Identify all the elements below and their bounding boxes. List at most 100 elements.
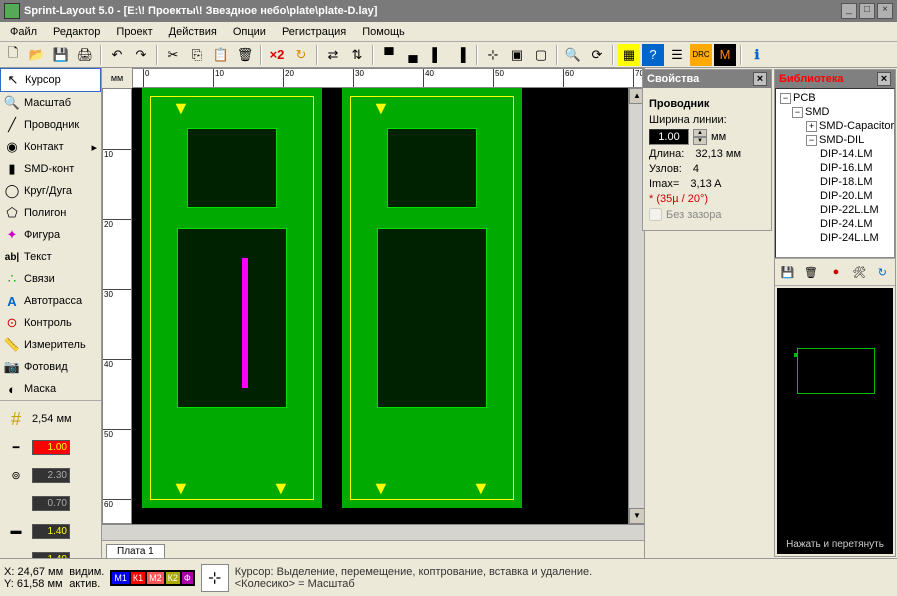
duplicate-icon[interactable]: ×2 [266, 44, 288, 66]
menu-options[interactable]: Опции [225, 24, 274, 40]
val-smd-w[interactable]: 1.40 [32, 524, 70, 539]
minimize-button[interactable]: _ [841, 3, 857, 19]
menu-editor[interactable]: Редактор [45, 24, 108, 40]
width-input[interactable]: 1.00 [649, 129, 689, 145]
drc-icon[interactable]: DRC [690, 44, 712, 66]
layer-f[interactable]: Ф [182, 572, 193, 584]
new-icon[interactable]: 🗋 [2, 44, 24, 66]
close-properties-icon[interactable]: × [753, 72, 767, 86]
pad-size-icon[interactable]: ⊚ [4, 463, 28, 487]
pcb-board[interactable]: ▼ ▼ ▼ [342, 88, 522, 508]
delete-icon[interactable]: 🗑 [234, 44, 256, 66]
lib-save-icon[interactable]: 💾 [777, 261, 798, 283]
tree-item[interactable]: DIP-24L.LM [778, 231, 892, 245]
tool-measure[interactable]: 📏Измеритель [0, 334, 101, 356]
menu-registration[interactable]: Регистрация [274, 24, 354, 40]
tree-item[interactable]: DIP-18.LM [778, 175, 892, 189]
tool-mask[interactable]: ◐Маска [0, 378, 101, 400]
tool-contact[interactable]: ◉Контакт▸ [0, 136, 101, 158]
snap-icon[interactable]: ⊹ [482, 44, 504, 66]
lib-refresh-icon[interactable]: ↻ [872, 261, 893, 283]
tool-photoview[interactable]: 📷Фотовид [0, 356, 101, 378]
scanner-icon[interactable]: ▦ [618, 44, 640, 66]
tree-node-cap[interactable]: SMD-Capacitor [819, 120, 894, 132]
tree-collapse-icon[interactable]: − [806, 135, 817, 146]
refresh-icon[interactable]: ⟳ [586, 44, 608, 66]
align-right-icon[interactable]: ▐ [450, 44, 472, 66]
tree-item[interactable]: DIP-16.LM [778, 161, 892, 175]
tool-autoroute[interactable]: AАвтотрасса [0, 290, 101, 312]
layer-m1[interactable]: М1 [112, 572, 129, 584]
tree-item[interactable]: DIP-20.LM [778, 189, 892, 203]
linewidth-icon[interactable]: ━ [4, 435, 28, 459]
group-icon[interactable]: ▣ [506, 44, 528, 66]
smd-size-icon[interactable]: ▬ [4, 519, 28, 543]
redo-icon[interactable]: ↷ [130, 44, 152, 66]
layer-k1[interactable]: К1 [131, 572, 145, 584]
menu-file[interactable]: Файл [2, 24, 45, 40]
tree-collapse-icon[interactable]: − [792, 107, 803, 118]
tool-links[interactable]: ∴Связи [0, 268, 101, 290]
macro-icon[interactable]: M [714, 44, 736, 66]
tree-node-dil[interactable]: SMD-DIL [819, 134, 864, 146]
help-icon[interactable]: ? [642, 44, 664, 66]
drill-icon[interactable] [4, 491, 28, 515]
vertical-ruler[interactable]: 10 20 30 40 50 60 [102, 88, 132, 524]
menu-help[interactable]: Помощь [354, 24, 413, 40]
close-button[interactable]: × [877, 3, 893, 19]
horizontal-scrollbar[interactable] [102, 524, 644, 540]
align-top-icon[interactable]: ▀ [378, 44, 400, 66]
lib-delete-icon[interactable]: 🗑 [800, 261, 821, 283]
tab-board-1[interactable]: Плата 1 [106, 544, 165, 558]
align-bottom-icon[interactable]: ▄ [402, 44, 424, 66]
tree-node-smd[interactable]: SMD [805, 106, 829, 118]
info-icon[interactable]: ℹ [746, 44, 768, 66]
mirror-h-icon[interactable]: ⇄ [322, 44, 344, 66]
tool-control[interactable]: ⊙Контроль [0, 312, 101, 334]
pcb-canvas[interactable]: ▼ ▼ ▼ ▼ ▼ ▼ [132, 88, 628, 524]
ungroup-icon[interactable]: ▢ [530, 44, 552, 66]
print-icon[interactable]: 🖨 [74, 44, 96, 66]
tree-item[interactable]: DIP-22L.LM [778, 203, 892, 217]
component-preview[interactable]: Нажать и перетянуть [777, 288, 893, 554]
layer-icon[interactable]: ☰ [666, 44, 688, 66]
library-tree[interactable]: −PCB −SMD +SMD-Capacitor −SMD-DIL DIP-14… [775, 88, 895, 258]
layer-k2[interactable]: К2 [166, 572, 180, 584]
val-pad-outer[interactable]: 2.30 [32, 468, 70, 483]
tree-collapse-icon[interactable]: − [780, 93, 791, 104]
close-library-icon[interactable]: × [877, 72, 891, 86]
pcb-board[interactable]: ▼ ▼ ▼ [142, 88, 322, 508]
scroll-down-icon[interactable]: ▼ [629, 508, 644, 524]
menu-project[interactable]: Проект [108, 24, 160, 40]
val-pad-inner[interactable]: 0.70 [32, 496, 70, 511]
tree-expand-icon[interactable]: + [806, 121, 817, 132]
origin-button[interactable]: ⊹ [201, 564, 229, 592]
mirror-v-icon[interactable]: ⇅ [346, 44, 368, 66]
layer-m2[interactable]: М2 [147, 572, 164, 584]
align-left-icon[interactable]: ▌ [426, 44, 448, 66]
val-linewidth[interactable]: 1.00 [32, 440, 70, 455]
tool-circle[interactable]: ◯Круг/Дуга [0, 180, 101, 202]
layer-indicator[interactable]: М1 К1 М2 К2 Ф [110, 570, 194, 586]
rotate-icon[interactable]: ↻ [290, 44, 312, 66]
tool-zoom[interactable]: 🔍Масштаб [0, 92, 101, 114]
tool-smd[interactable]: ▮SMD-конт [0, 158, 101, 180]
paste-icon[interactable]: 📋 [210, 44, 232, 66]
tool-text[interactable]: ab|Текст [0, 246, 101, 268]
tool-polygon[interactable]: ⬠Полигон [0, 202, 101, 224]
width-stepper[interactable]: ▲▼ [693, 129, 707, 145]
tool-cursor[interactable]: ↖Курсор [0, 68, 101, 92]
tree-item[interactable]: DIP-24.LM [778, 217, 892, 231]
lib-record-icon[interactable]: ● [825, 261, 846, 283]
horizontal-ruler[interactable]: 0 10 20 30 40 50 60 70 [132, 68, 644, 88]
maximize-button[interactable]: □ [859, 3, 875, 19]
open-icon[interactable]: 📂 [26, 44, 48, 66]
lib-tools-icon[interactable]: 🛠 [849, 261, 870, 283]
cut-icon[interactable]: ✂ [162, 44, 184, 66]
tool-track[interactable]: ╱Проводник [0, 114, 101, 136]
tree-root[interactable]: PCB [793, 92, 816, 104]
undo-icon[interactable]: ↶ [106, 44, 128, 66]
menu-actions[interactable]: Действия [161, 24, 225, 40]
tool-figure[interactable]: ✦Фигура [0, 224, 101, 246]
zoom-icon[interactable]: 🔍 [562, 44, 584, 66]
